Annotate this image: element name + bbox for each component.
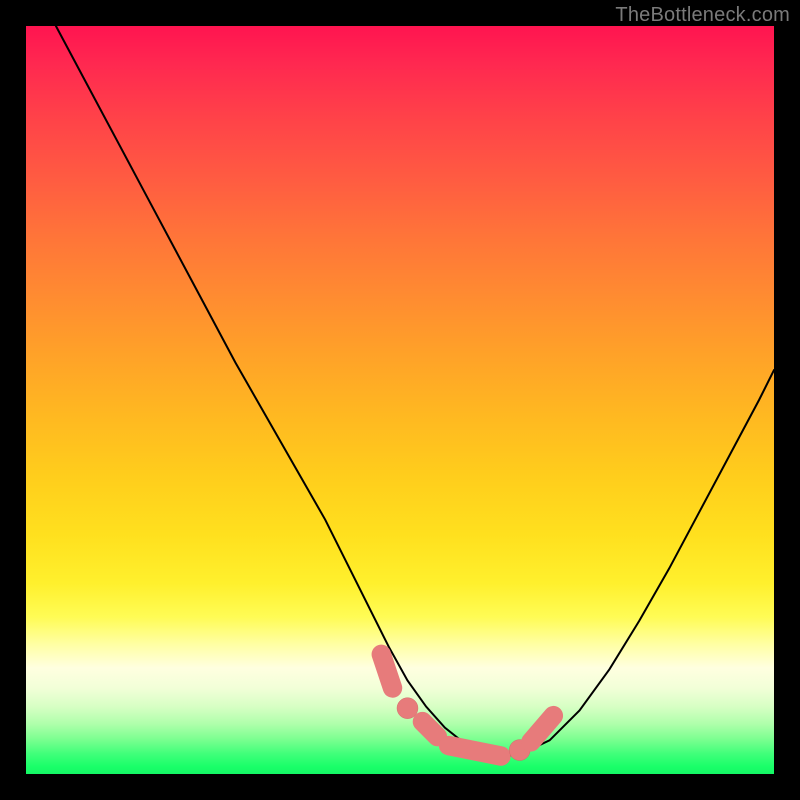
plot-area [26, 26, 774, 774]
marker-pill-5 [531, 716, 553, 742]
marker-dot-1 [397, 698, 418, 719]
marker-pill-0 [381, 654, 392, 688]
chart-svg [26, 26, 774, 774]
marker-layer [381, 654, 553, 760]
watermark: TheBottleneck.com [615, 4, 790, 27]
curve-layer [56, 26, 774, 756]
marker-pill-3 [449, 746, 501, 756]
chart-frame: TheBottleneck.com [0, 0, 800, 800]
bottleneck-curve [56, 26, 774, 756]
marker-pill-2 [422, 722, 437, 737]
